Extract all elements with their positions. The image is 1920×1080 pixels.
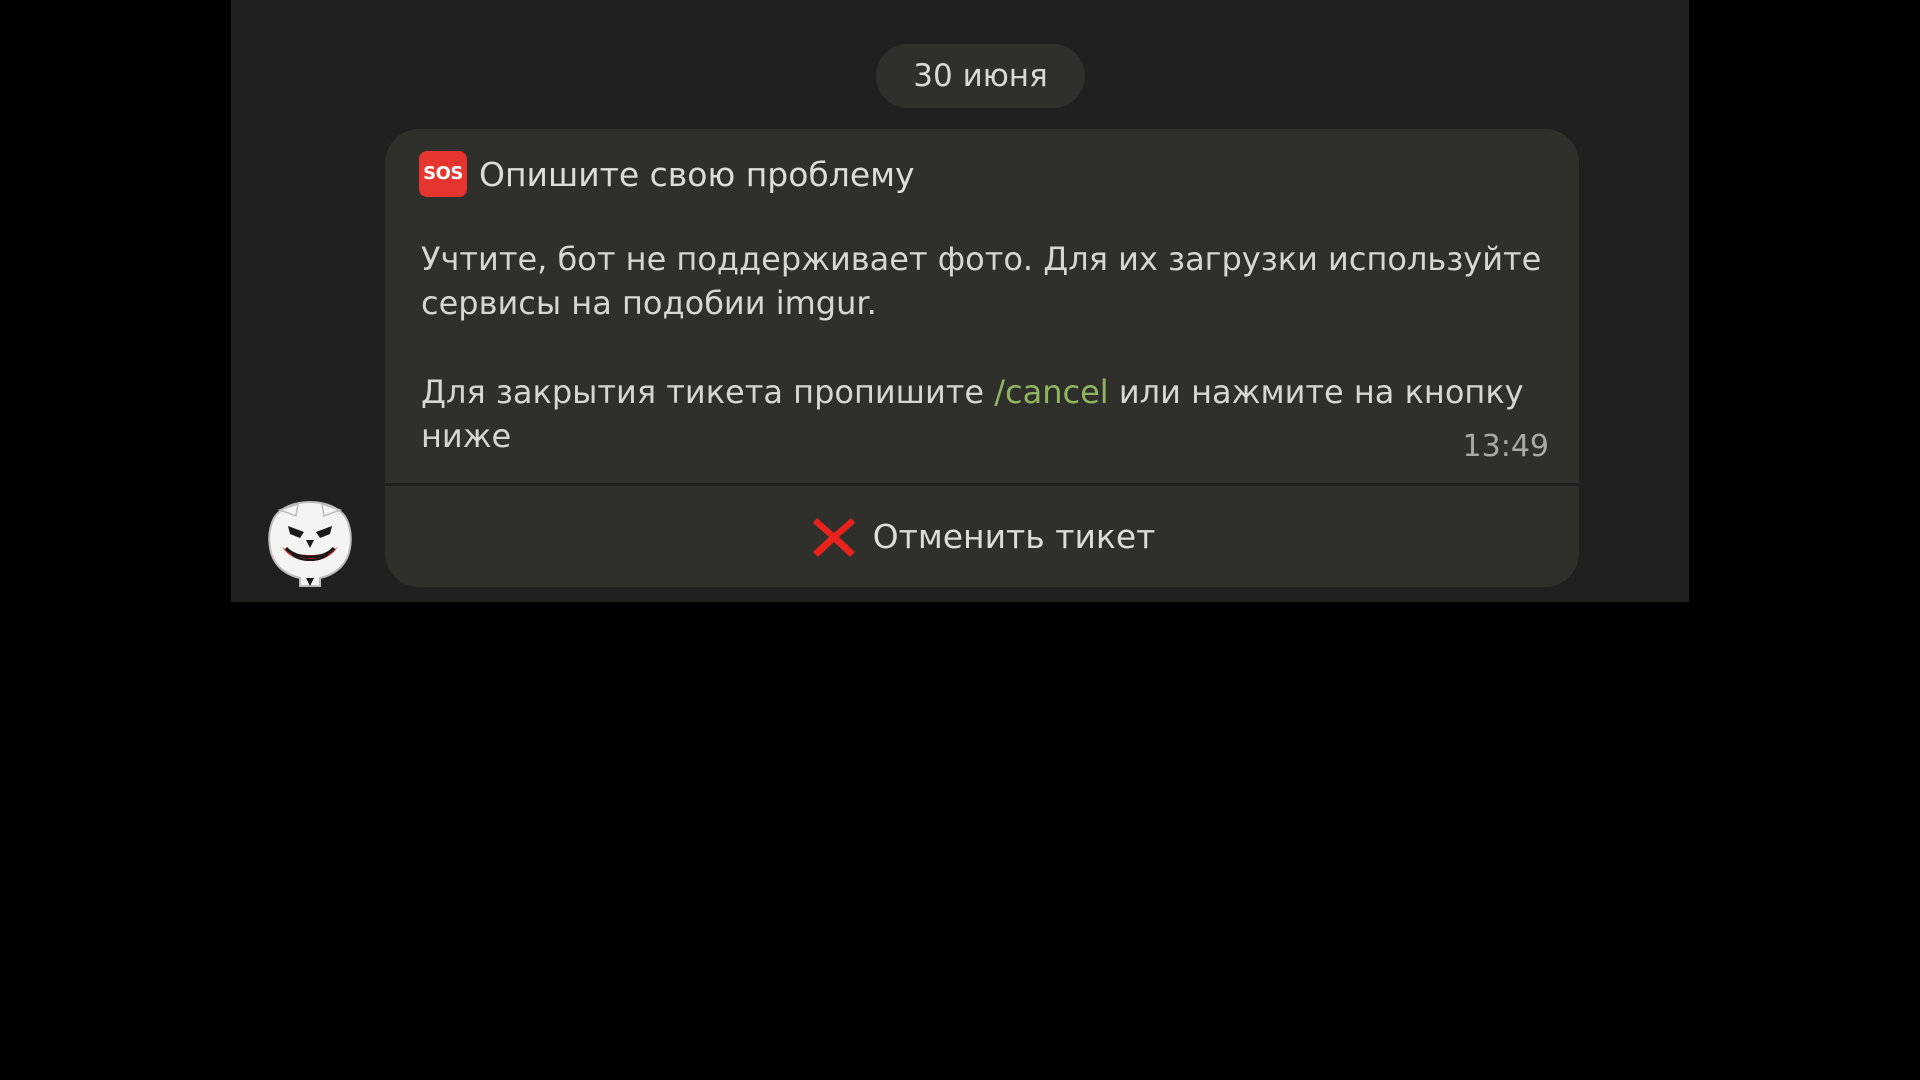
cancel-ticket-button[interactable]: Отменить тикет bbox=[385, 486, 1579, 587]
chat-area: 30 июня SOS Опишите свою проблему Учтите… bbox=[231, 0, 1689, 602]
bot-message: SOS Опишите свою проблему Учтите, бот не… bbox=[385, 129, 1579, 483]
date-separator: 30 июня bbox=[876, 44, 1085, 108]
message-title-row: SOS Опишите свою проблему bbox=[419, 149, 915, 199]
message-paragraph-photo-note: Учтите, бот не поддерживает фото. Для их… bbox=[421, 240, 1542, 322]
message-title: Опишите свою проблему bbox=[479, 154, 915, 194]
cancel-command-link[interactable]: /cancel bbox=[994, 373, 1108, 411]
sos-icon: SOS bbox=[419, 151, 467, 197]
bot-avatar[interactable] bbox=[264, 496, 356, 588]
cancel-ticket-label: Отменить тикет bbox=[872, 517, 1156, 556]
message-time: 13:49 bbox=[1462, 429, 1549, 464]
message-paragraph-cancel-note: Для закрытия тикета пропишите /cancel ил… bbox=[421, 370, 1561, 458]
cancel-note-prefix: Для закрытия тикета пропишите bbox=[421, 373, 995, 411]
cross-icon bbox=[812, 517, 855, 557]
